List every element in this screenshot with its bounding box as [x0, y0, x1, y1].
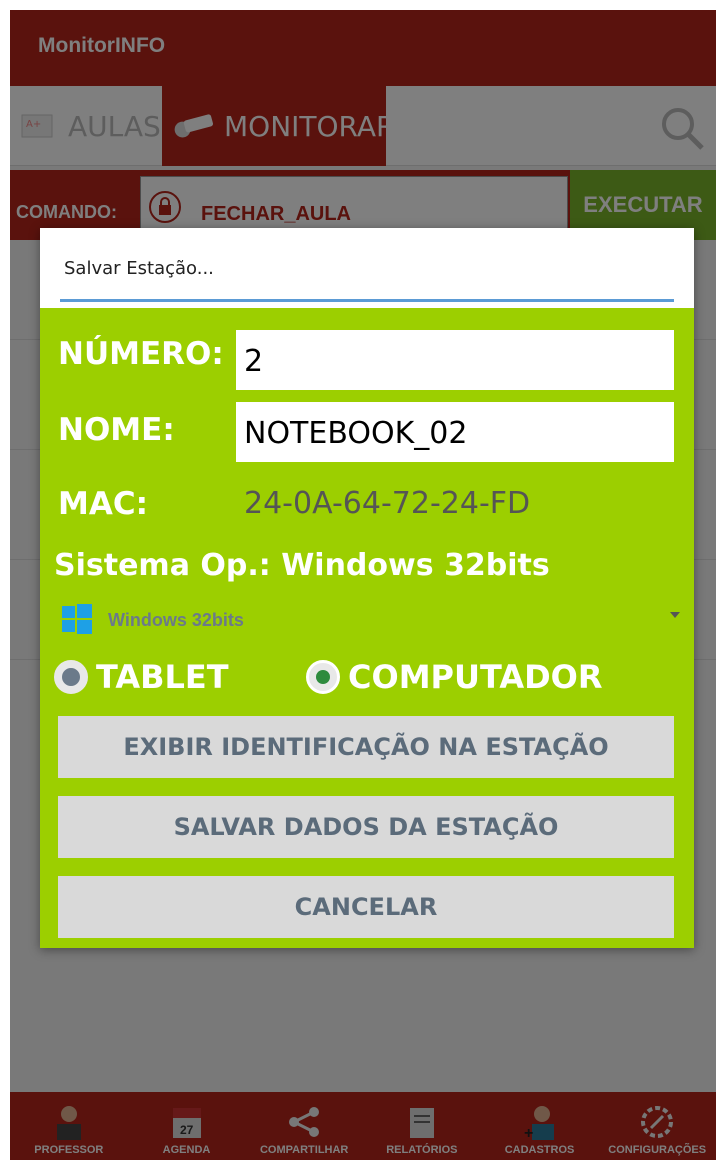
dropdown-arrow-icon [670, 612, 680, 618]
nome-value: NOTEBOOK_02 [244, 416, 468, 451]
radio-tablet-indicator [54, 660, 88, 694]
dialog-divider [60, 299, 674, 302]
save-station-dialog: Salvar Estação... NÚMERO: 2 NOME: NOTEBO… [40, 228, 694, 948]
mac-value: 24-0A-64-72-24-FD [244, 486, 531, 521]
os-selected-value: Windows 32bits [108, 610, 244, 630]
app-screen: MonitorINFO A+ AULAS MONITORAR COMANDO: … [10, 10, 716, 1160]
numero-label: NÚMERO: [58, 336, 224, 372]
windows-icon [62, 604, 92, 634]
radio-computador-indicator [306, 660, 340, 694]
numero-value: 2 [244, 344, 264, 379]
show-identification-button[interactable]: EXIBIR IDENTIFICAÇÃO NA ESTAÇÃO [58, 716, 674, 778]
save-station-button[interactable]: SALVAR DADOS DA ESTAÇÃO [58, 796, 674, 858]
radio-computador[interactable]: COMPUTADOR [306, 658, 602, 696]
radio-tablet[interactable]: TABLET [54, 658, 229, 696]
mac-label: MAC: [58, 486, 148, 522]
dialog-title: Salvar Estação... [64, 258, 214, 279]
nome-label: NOME: [58, 412, 175, 448]
os-summary: Sistema Op.: Windows 32bits [54, 548, 550, 583]
dialog-body: NÚMERO: 2 NOME: NOTEBOOK_02 MAC: 24-0A-6… [40, 308, 694, 948]
radio-tablet-label: TABLET [96, 658, 229, 696]
nome-field[interactable]: NOTEBOOK_02 [236, 402, 674, 462]
radio-computador-label: COMPUTADOR [348, 658, 603, 696]
numero-field[interactable]: 2 [236, 330, 674, 390]
os-select[interactable]: Windows 32bits [54, 598, 680, 638]
cancel-button[interactable]: CANCELAR [58, 876, 674, 938]
